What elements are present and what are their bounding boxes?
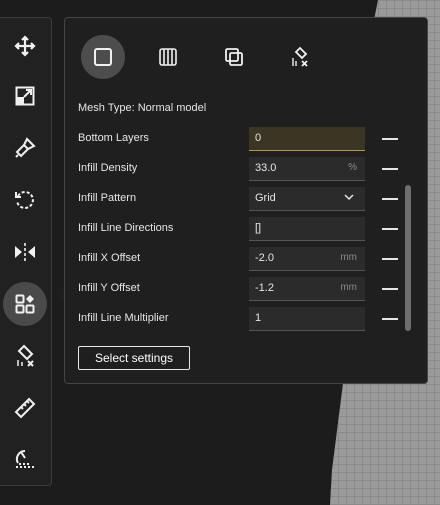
setting-label: Infill Pattern — [78, 192, 137, 204]
move-icon — [14, 35, 36, 57]
support-blocker-lines-icon — [159, 48, 177, 66]
setting-label: Infill X Offset — [78, 252, 141, 264]
mesh-type-label: Mesh Type: Normal model — [78, 102, 207, 114]
remove-setting-button[interactable] — [382, 228, 398, 230]
overlap-mesh-button[interactable] — [212, 35, 256, 79]
support-blocker-icon — [17, 344, 34, 367]
bottom-layers-input[interactable]: 0 — [249, 127, 365, 151]
scale-tool-button[interactable] — [3, 74, 47, 118]
measure-icon — [14, 397, 36, 419]
scale-icon — [15, 86, 35, 106]
select-settings-button[interactable]: Select settings — [78, 346, 190, 370]
anti-overhang-mesh-button[interactable] — [278, 35, 322, 79]
support-blocker-tool-button[interactable] — [3, 334, 47, 378]
remove-setting-button[interactable] — [382, 138, 398, 140]
lay-flat-tool-button[interactable] — [3, 438, 47, 482]
chevron-down-icon — [344, 194, 354, 201]
remove-setting-button[interactable] — [382, 198, 398, 200]
infill-y-offset-input[interactable]: -1.2 mm — [249, 277, 365, 301]
mirror-tool-button[interactable] — [3, 230, 47, 274]
remove-setting-button[interactable] — [382, 288, 398, 290]
setting-row-infill-line-directions: Infill Line Directions [] — [78, 217, 416, 241]
setting-label: Infill Line Directions — [78, 222, 174, 234]
setting-label: Bottom Layers — [78, 132, 149, 144]
normal-model-button[interactable] — [81, 35, 125, 79]
normal-model-square-icon — [94, 48, 112, 66]
move-tool-button[interactable] — [3, 24, 47, 68]
setting-label: Infill Line Multiplier — [78, 312, 169, 324]
per-model-settings-button[interactable] — [3, 282, 47, 326]
support-mesh-button[interactable] — [146, 35, 190, 79]
field-value: 33.0 — [255, 162, 277, 174]
field-unit: mm — [340, 252, 357, 263]
paint-brush-icon — [15, 137, 36, 158]
overlap-squares-icon — [225, 48, 243, 66]
field-value: 0 — [255, 132, 262, 144]
infill-line-directions-input[interactable]: [] — [249, 217, 365, 241]
tool-toolbar — [0, 17, 52, 486]
lay-flat-icon — [15, 449, 34, 468]
remove-setting-button[interactable] — [382, 318, 398, 320]
mirror-icon — [15, 243, 35, 261]
remove-setting-button[interactable] — [382, 258, 398, 260]
paint-tool-button[interactable] — [3, 126, 47, 170]
remove-setting-button[interactable] — [382, 168, 398, 170]
setting-row-infill-density: Infill Density 33.0 % — [78, 157, 416, 181]
setting-label: Infill Density — [78, 162, 138, 174]
field-value: -1.2 — [255, 282, 274, 294]
field-value: [] — [255, 222, 262, 234]
per-model-settings-icon — [15, 294, 35, 314]
rotate-icon — [15, 191, 34, 209]
setting-row-infill-line-multiplier: Infill Line Multiplier 1 — [78, 307, 416, 331]
scrollbar-thumb[interactable] — [405, 185, 411, 331]
infill-line-multiplier-input[interactable]: 1 — [249, 307, 365, 331]
setting-row-infill-x-offset: Infill X Offset -2.0 mm — [78, 247, 416, 271]
per-model-settings-panel: Mesh Type: Normal model Bottom Layers 0 … — [64, 17, 428, 384]
field-unit: mm — [340, 282, 357, 293]
infill-x-offset-input[interactable]: -2.0 mm — [249, 247, 365, 271]
field-value: 1 — [255, 312, 262, 324]
setting-label: Infill Y Offset — [78, 282, 140, 294]
measure-tool-button[interactable] — [3, 386, 47, 430]
rotate-tool-button[interactable] — [3, 178, 47, 222]
field-value: -2.0 — [255, 252, 274, 264]
infill-pattern-dropdown[interactable]: Grid — [249, 187, 365, 211]
settings-scrollbar[interactable] — [405, 185, 411, 331]
setting-row-infill-y-offset: Infill Y Offset -1.2 mm — [78, 277, 416, 301]
infill-density-input[interactable]: 33.0 % — [249, 157, 365, 181]
setting-row-bottom-layers: Bottom Layers 0 — [78, 127, 416, 151]
infill-mesh-modify-icon — [292, 46, 308, 67]
setting-row-infill-pattern: Infill Pattern Grid — [78, 187, 416, 211]
field-value: Grid — [255, 192, 276, 204]
field-unit: % — [348, 162, 357, 173]
